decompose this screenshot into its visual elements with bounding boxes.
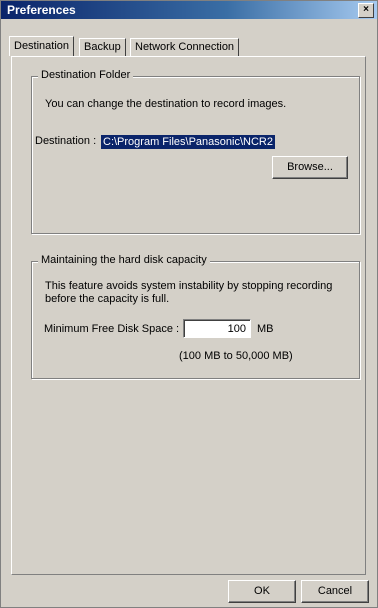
disk-capacity-group-label: Maintaining the hard disk capacity [38, 254, 210, 266]
destination-label: Destination : [35, 135, 97, 147]
ok-button[interactable]: OK [228, 580, 296, 603]
min-free-space-range: (100 MB to 50,000 MB) [179, 350, 293, 362]
cancel-button[interactable]: Cancel [301, 580, 369, 603]
destination-description: You can change the destination to record… [45, 98, 287, 110]
tab-network-connection[interactable]: Network Connection [130, 38, 240, 56]
destination-path-field[interactable]: C:\Program Files\Panasonic\NCR2 [101, 135, 275, 149]
preferences-dialog: Preferences × Destination Backup Network… [0, 0, 378, 608]
title-bar[interactable]: Preferences × [1, 1, 377, 19]
browse-button[interactable]: Browse... [272, 156, 348, 179]
disk-capacity-description-line1: This feature avoids system instability b… [45, 280, 333, 292]
disk-capacity-description-line2: before the capacity is full. [45, 293, 170, 305]
tab-destination[interactable]: Destination [9, 36, 75, 56]
tab-backup[interactable]: Backup [79, 38, 126, 56]
window-title: Preferences [7, 3, 76, 17]
min-free-space-input[interactable]: 100 [183, 319, 251, 338]
close-button[interactable]: × [358, 3, 374, 18]
min-free-space-unit: MB [257, 323, 274, 335]
destination-folder-group-label: Destination Folder [38, 69, 134, 81]
min-free-space-label: Minimum Free Disk Space : [44, 323, 180, 335]
